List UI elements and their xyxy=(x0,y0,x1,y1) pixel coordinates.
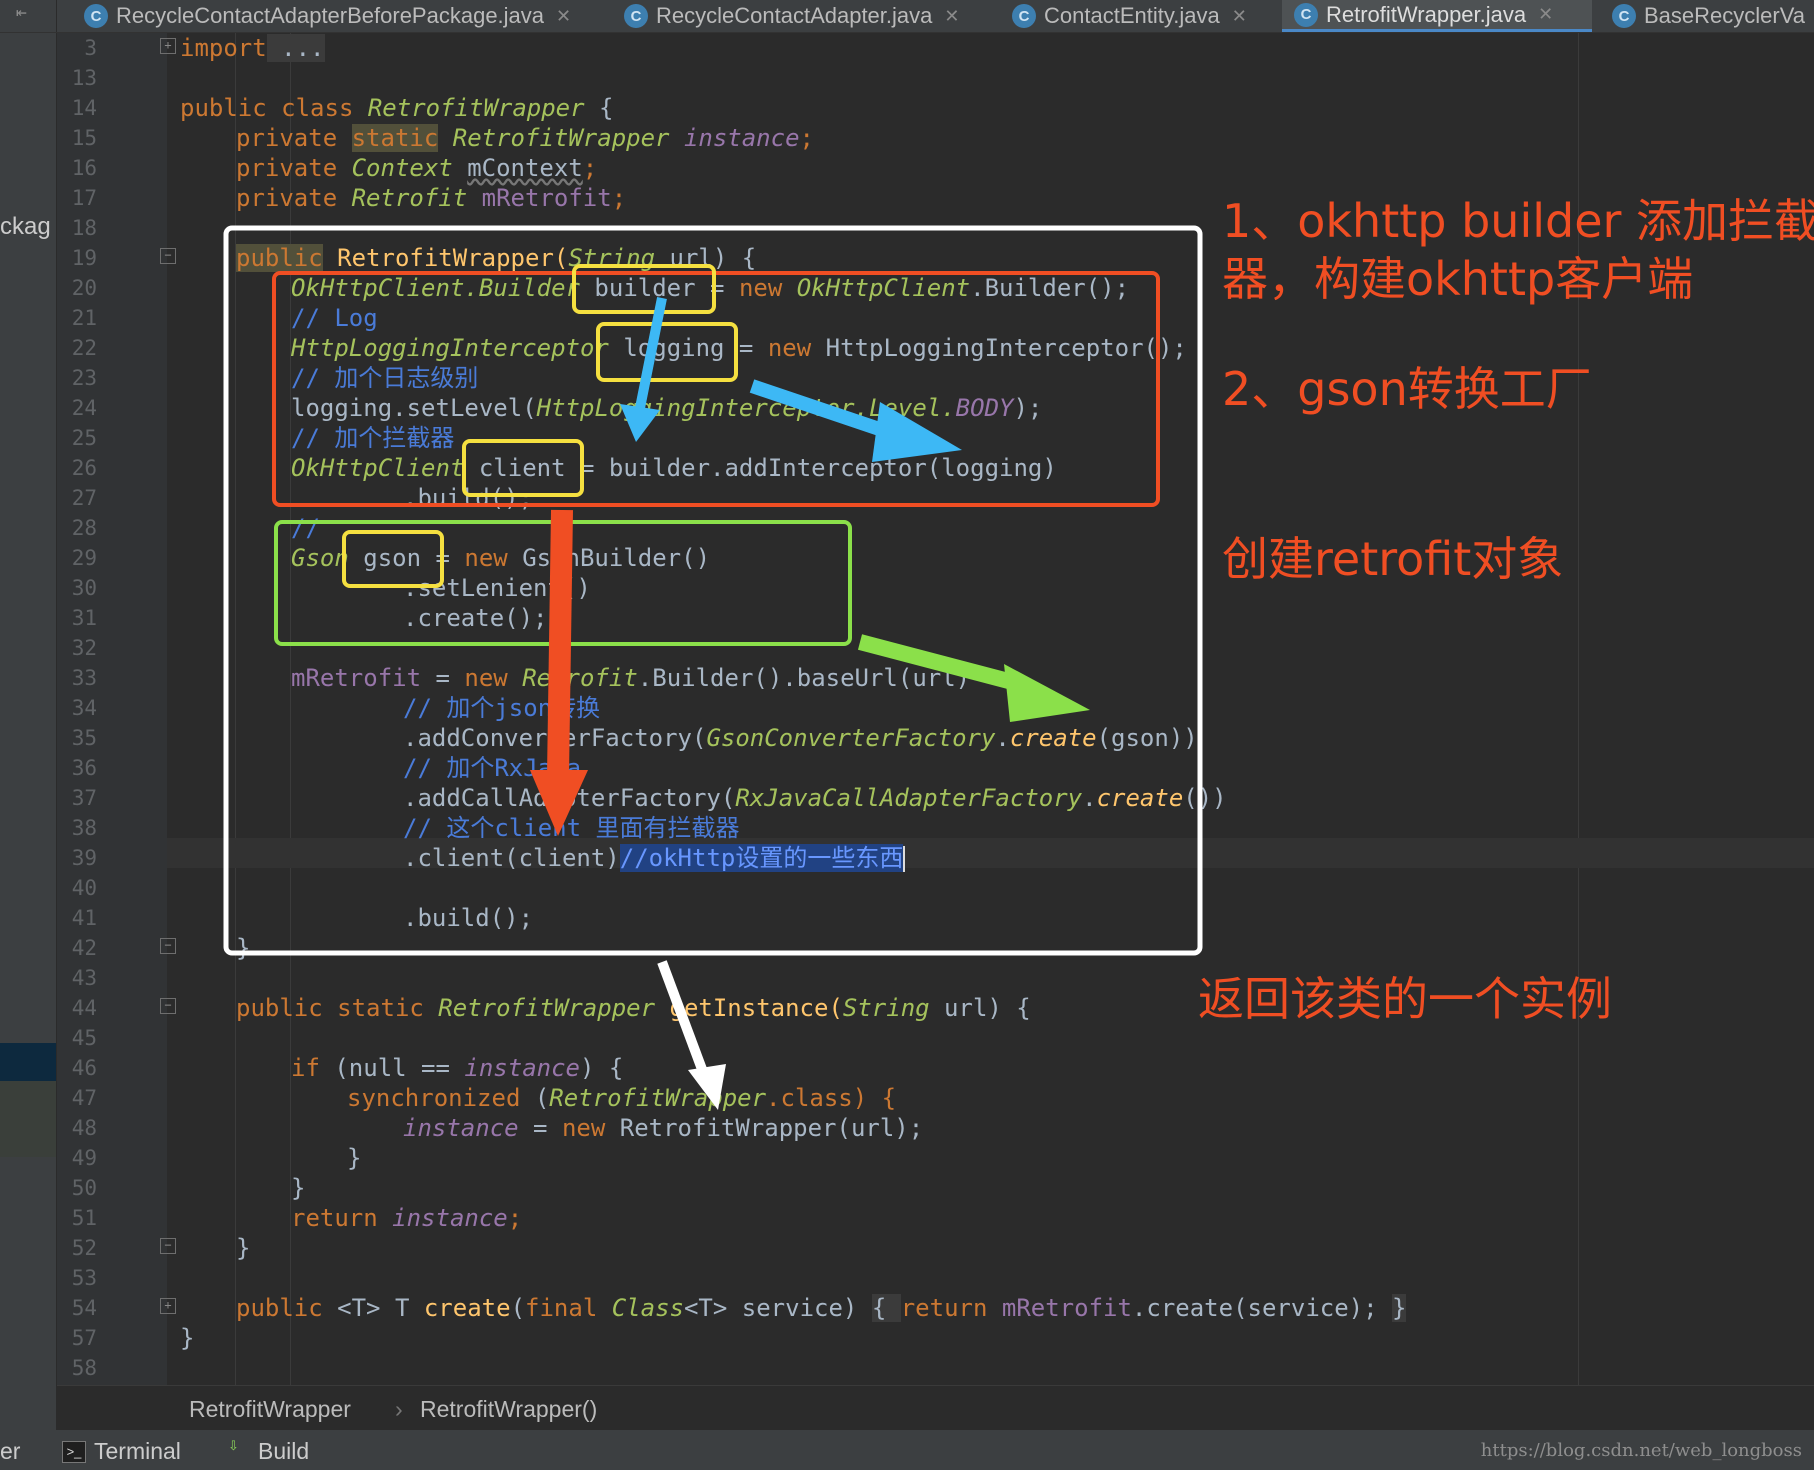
tool-window-bar: er >_ Terminal ⇩ Build https://blog.csdn… xyxy=(0,1430,1814,1470)
annotation-instance: 返回该类的一个实例 xyxy=(1198,972,1612,1026)
green-arrow-head xyxy=(1004,664,1090,722)
breadcrumb-separator-icon: › xyxy=(395,1396,403,1422)
build-icon: ⇩ xyxy=(228,1437,239,1453)
watermark: https://blog.csdn.net/web_longboss xyxy=(1480,1440,1802,1461)
white-arrow-head xyxy=(688,1064,726,1110)
constructor-white-box xyxy=(223,225,1203,956)
blue-arrow-shaft xyxy=(635,297,667,409)
breadcrumb-method[interactable]: RetrofitWrapper() xyxy=(420,1396,597,1423)
terminal-icon: >_ xyxy=(62,1440,86,1463)
build-button[interactable]: ⇩ Build xyxy=(228,1438,309,1465)
okhttp-orange-box xyxy=(272,271,1160,507)
blue-arrow-head xyxy=(872,402,962,462)
logging-yellow-box xyxy=(596,322,738,382)
red-arrow-shaft xyxy=(547,509,573,777)
tool-stub[interactable]: er xyxy=(0,1438,20,1465)
terminal-button[interactable]: >_ Terminal xyxy=(62,1438,181,1465)
white-arrow-shaft xyxy=(657,960,711,1082)
red-arrow-head xyxy=(530,770,588,836)
breadcrumb-class[interactable]: RetrofitWrapper xyxy=(189,1396,351,1423)
green-arrow-shaft xyxy=(857,634,1023,692)
breadcrumb: RetrofitWrapper › RetrofitWrapper() xyxy=(57,1385,1814,1431)
gson-yellow-box xyxy=(342,530,444,588)
client-yellow-box xyxy=(462,439,584,497)
annotation-gson: 2、gson转换工厂 xyxy=(1222,362,1592,416)
annotation-retrofit: 创建retrofit对象 xyxy=(1222,532,1564,586)
annotation-okhttp-2: 器，构建okhttp客户端 xyxy=(1222,252,1694,306)
blue-arrow-head xyxy=(620,404,660,442)
annotation-okhttp-1: 1、okhttp builder 添加拦截 xyxy=(1222,194,1814,248)
